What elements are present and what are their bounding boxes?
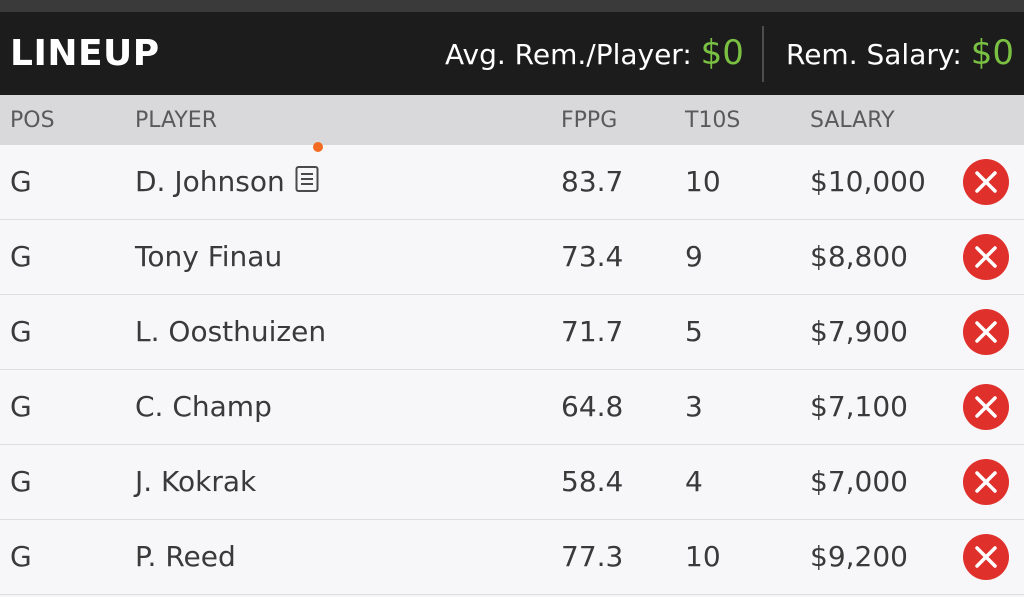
- table-row: G D. Johnson 83.7 10 $10,000: [0, 142, 1024, 220]
- remaining-salary-value: $0: [970, 33, 1015, 73]
- remove-x-circle-icon: [975, 246, 997, 268]
- row-salary: $7,100: [810, 390, 908, 423]
- row-t10s: 3: [685, 390, 703, 423]
- remove-player-button[interactable]: [963, 159, 1009, 205]
- row-t10s: 4: [685, 465, 703, 498]
- remove-player-button[interactable]: [963, 459, 1009, 505]
- column-header-player[interactable]: PLAYER: [135, 95, 217, 147]
- table-row: G C. Champ 64.8 3 $7,100: [0, 370, 1024, 445]
- lineup-header: LINEUP Avg. Rem./Player: $0 Rem. Salary:…: [0, 12, 1024, 95]
- remove-x-circle-icon: [975, 321, 997, 343]
- remove-player-button[interactable]: [963, 384, 1009, 430]
- table-row: G P. Reed 77.3 10 $9,200: [0, 520, 1024, 595]
- lineup-rows: G D. Johnson 83.7 10 $10,000 G Tony Fina…: [0, 142, 1024, 595]
- table-row: G Tony Finau 73.4 9 $8,800: [0, 220, 1024, 295]
- avg-remaining-label: Avg. Rem./Player:: [445, 38, 692, 71]
- row-salary: $9,200: [810, 540, 908, 573]
- remaining-salary: Rem. Salary: $0: [786, 12, 1014, 95]
- row-pos: G: [10, 390, 32, 423]
- avg-remaining-per-player: Avg. Rem./Player: $0: [445, 12, 744, 95]
- row-t10s: 10: [685, 540, 721, 573]
- news-alert-dot: [312, 142, 323, 152]
- row-salary: $7,900: [810, 315, 908, 348]
- row-fppg: 71.7: [561, 315, 624, 348]
- row-t10s: 10: [685, 165, 721, 198]
- row-pos: G: [10, 540, 32, 573]
- table-row: G L. Oosthuizen 71.7 5 $7,900: [0, 295, 1024, 370]
- row-salary: $10,000: [810, 165, 926, 198]
- player-name[interactable]: C. Champ: [135, 370, 272, 444]
- remove-player-button[interactable]: [963, 534, 1009, 580]
- column-header-fppg[interactable]: FPPG: [561, 95, 617, 147]
- row-salary: $7,000: [810, 465, 908, 498]
- player-name[interactable]: L. Oosthuizen: [135, 295, 326, 369]
- row-t10s: 5: [685, 315, 703, 348]
- row-fppg: 58.4: [561, 465, 624, 498]
- row-fppg: 64.8: [561, 390, 624, 423]
- remove-player-button[interactable]: [963, 309, 1009, 355]
- row-pos: G: [10, 465, 32, 498]
- column-header-salary[interactable]: SALARY: [810, 95, 895, 147]
- row-fppg: 73.4: [561, 240, 624, 273]
- header-divider: [762, 26, 764, 82]
- lineup-title: LINEUP: [10, 33, 160, 74]
- row-fppg: 77.3: [561, 540, 624, 573]
- remove-x-circle-icon: [975, 471, 997, 493]
- remove-x-circle-icon: [975, 171, 997, 193]
- column-headers: POS PLAYER FPPG T10S SALARY: [0, 95, 1024, 145]
- player-name[interactable]: Tony Finau: [135, 220, 282, 294]
- top-strip: [0, 0, 1024, 12]
- player-news-icon[interactable]: [295, 142, 323, 192]
- row-pos: G: [10, 165, 32, 198]
- table-row: G J. Kokrak 58.4 4 $7,000: [0, 445, 1024, 520]
- row-salary: $8,800: [810, 240, 908, 273]
- row-player: D. Johnson: [135, 142, 323, 219]
- remove-player-button[interactable]: [963, 234, 1009, 280]
- player-name[interactable]: J. Kokrak: [135, 445, 256, 519]
- player-name[interactable]: P. Reed: [135, 520, 236, 594]
- row-pos: G: [10, 240, 32, 273]
- row-fppg: 83.7: [561, 165, 624, 198]
- column-header-t10s[interactable]: T10S: [685, 95, 740, 147]
- avg-remaining-value: $0: [700, 33, 744, 73]
- remaining-salary-label: Rem. Salary:: [786, 38, 962, 71]
- column-header-pos[interactable]: POS: [10, 95, 55, 147]
- player-name[interactable]: D. Johnson: [135, 165, 285, 198]
- remove-x-circle-icon: [975, 546, 997, 568]
- remove-x-circle-icon: [975, 396, 997, 418]
- row-pos: G: [10, 315, 32, 348]
- row-t10s: 9: [685, 240, 703, 273]
